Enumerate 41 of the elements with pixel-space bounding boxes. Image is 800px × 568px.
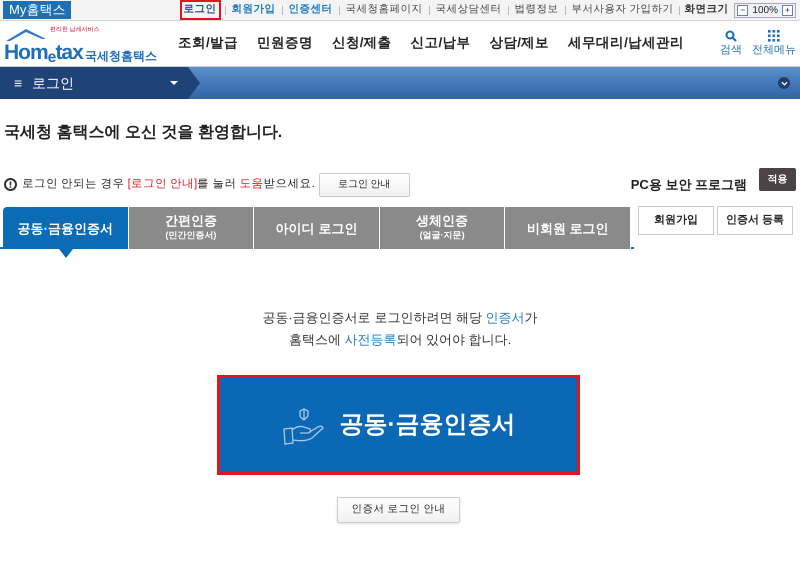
- security-label: PC용 보안 프로그램: [630, 176, 747, 194]
- apply-button[interactable]: 적용: [759, 168, 796, 191]
- grid-icon: [768, 30, 780, 42]
- certificate-guide-button[interactable]: 인증서 로그인 안내: [337, 496, 460, 523]
- top-link[interactable]: 법령정보: [512, 2, 560, 18]
- menu-item[interactable]: 세무대리/납세관리: [568, 33, 684, 54]
- all-menu-button[interactable]: 전체메뉴: [752, 30, 796, 57]
- menu-icon[interactable]: ≡: [14, 72, 22, 94]
- my-hometax-link[interactable]: My홈택스: [3, 1, 72, 19]
- instruction-text: 홈택스에 사전등록되어 있어야 합니다.: [288, 331, 512, 349]
- side-button[interactable]: 회원가입: [638, 206, 714, 235]
- tab-pointer-icon: [59, 249, 73, 258]
- instruction-text: 공동·금융인증서로 로그인하려면 해당 인증서 가: [262, 309, 538, 327]
- zoom-value: 100%: [751, 4, 779, 18]
- logo-korean-name: 국세청홈택스: [84, 48, 157, 64]
- zoom-label: 화면크기: [684, 2, 728, 18]
- dropdown-icon[interactable]: [170, 81, 178, 85]
- top-link[interactable]: 국세청홈페이지: [344, 2, 424, 18]
- logo-wordmark: Hom$_{e}$tax: [4, 42, 83, 64]
- zoom-out-button[interactable]: −: [737, 4, 748, 16]
- top-link[interactable]: 로그인: [180, 0, 220, 20]
- search-button[interactable]: 검색: [720, 30, 742, 57]
- welcome-heading: 국세청 홈택스에 오신 것을 환영합니다.: [4, 123, 284, 143]
- zoom-in-button[interactable]: +: [782, 4, 793, 16]
- certificate-login-button[interactable]: 공동·금융인증서: [217, 375, 580, 475]
- login-guide-button[interactable]: 로그인 안내: [318, 172, 410, 196]
- expand-icon[interactable]: [778, 77, 790, 89]
- alert-icon: [4, 178, 17, 191]
- menu-item[interactable]: 상담/제보: [489, 33, 550, 54]
- side-button[interactable]: 인증서 등록: [717, 206, 793, 235]
- top-link[interactable]: 국세상담센터: [434, 2, 504, 18]
- menu-item[interactable]: 민원증명: [256, 33, 313, 54]
- menu-item[interactable]: 신청/제출: [332, 33, 392, 54]
- menu-item[interactable]: 신고/납부: [410, 33, 470, 54]
- menu-item[interactable]: 조회/발급: [178, 33, 238, 54]
- top-link[interactable]: 회원가입: [230, 2, 278, 18]
- top-link[interactable]: 부서사용자 가입하기: [570, 2, 676, 18]
- search-icon: [725, 30, 737, 42]
- notice-text: 로그인 안되는 경우 [로그인 안내]를 눌러 도움받으세요.: [22, 176, 315, 192]
- page-title: 로그인: [32, 74, 74, 92]
- top-link[interactable]: 인증센터: [286, 2, 334, 18]
